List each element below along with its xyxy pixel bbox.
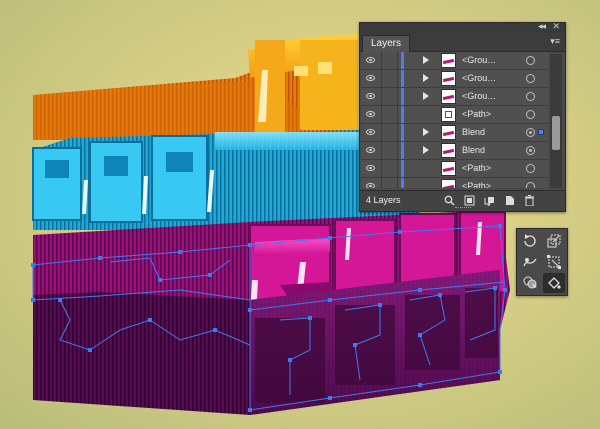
visibility-toggle[interactable] [361, 160, 382, 177]
panel-footer: 4 Layers [360, 190, 565, 211]
visibility-toggle[interactable] [361, 106, 382, 123]
target-icon[interactable] [526, 164, 535, 173]
layer-name[interactable]: <Path> [462, 181, 491, 188]
layer-thumbnail [441, 89, 456, 104]
layer-color-bar [401, 52, 404, 69]
visibility-toggle[interactable] [361, 52, 382, 69]
expand-arrow-icon[interactable] [423, 74, 429, 82]
locate-object-icon[interactable] [444, 195, 455, 206]
layer-row[interactable]: <Path> [361, 178, 548, 188]
layer-thumbnail [441, 71, 456, 86]
close-panel-icon[interactable]: ✕ [552, 21, 560, 32]
shape-builder-tool-icon[interactable] [519, 273, 541, 293]
rotate-tool-icon[interactable] [519, 231, 541, 251]
layer-row[interactable]: Blend [361, 124, 548, 142]
layer-row[interactable]: <Path> [361, 106, 548, 124]
eye-icon [366, 147, 375, 153]
delete-icon[interactable] [524, 195, 535, 206]
target-icon[interactable] [526, 182, 535, 188]
lock-toggle[interactable] [382, 124, 398, 141]
live-paint-bucket-tool-icon[interactable] [543, 273, 565, 293]
layer-row[interactable]: <Grou… [361, 70, 548, 88]
target-icon[interactable] [526, 56, 535, 65]
visibility-toggle[interactable] [361, 178, 382, 188]
warp-tool-icon[interactable] [519, 252, 541, 272]
lock-toggle[interactable] [382, 106, 398, 123]
create-sublayer-icon[interactable] [484, 195, 495, 206]
layer-row[interactable]: <Grou… [361, 52, 548, 70]
orange-tier [33, 34, 358, 140]
scale-tool-icon[interactable] [543, 231, 565, 251]
lock-toggle[interactable] [382, 52, 398, 69]
layer-name[interactable]: <Grou… [462, 73, 496, 83]
expand-arrow-icon[interactable] [423, 128, 429, 136]
lock-toggle[interactable] [382, 70, 398, 87]
expand-arrow-icon[interactable] [423, 56, 429, 64]
eye-icon [366, 93, 375, 99]
layer-row[interactable]: <Path> [361, 160, 548, 178]
lock-toggle[interactable] [382, 160, 398, 177]
collapse-panel-icon[interactable]: ◂◂ [538, 21, 546, 32]
layer-name[interactable]: <Path> [462, 163, 491, 173]
scrollbar-thumb[interactable] [552, 116, 560, 150]
layer-color-bar [401, 178, 404, 188]
new-layer-icon[interactable] [504, 195, 515, 206]
lock-toggle[interactable] [382, 88, 398, 105]
make-clipping-mask-icon[interactable] [464, 195, 475, 206]
lock-toggle[interactable] [382, 178, 398, 188]
eye-icon [366, 183, 375, 188]
visibility-toggle[interactable] [361, 70, 382, 87]
layer-list-scrollbar[interactable] [550, 54, 562, 188]
layer-row[interactable]: <Grou… [361, 88, 548, 106]
panel-tab-row: Layers ▾≡ [360, 34, 565, 52]
layers-panel: ◂◂ ✕ Layers ▾≡ <Grou… <Grou… <Grou… <Path> B… [359, 21, 566, 212]
layer-thumbnail [441, 161, 456, 176]
visibility-toggle[interactable] [361, 142, 382, 159]
layer-thumbnail [441, 125, 456, 140]
layer-color-bar [401, 106, 404, 123]
layer-color-bar [401, 88, 404, 105]
layer-list: <Grou… <Grou… <Grou… <Path> Blend Blend <Path>… [361, 52, 548, 188]
tab-layers[interactable]: Layers [362, 35, 411, 52]
eye-icon [366, 129, 375, 135]
layer-color-bar [401, 124, 404, 141]
layer-name[interactable]: <Path> [462, 109, 491, 119]
target-icon[interactable] [526, 110, 535, 119]
expand-arrow-icon[interactable] [423, 146, 429, 154]
target-icon[interactable] [526, 74, 535, 83]
panel-title-bar[interactable]: ◂◂ ✕ [360, 21, 565, 34]
visibility-toggle[interactable] [361, 88, 382, 105]
visibility-toggle[interactable] [361, 124, 382, 141]
layer-thumbnail [441, 53, 456, 68]
layer-count: 4 Layers [366, 195, 401, 205]
target-icon[interactable] [526, 92, 535, 101]
layer-name[interactable]: <Grou… [462, 55, 496, 65]
eye-icon [366, 75, 375, 81]
layer-thumbnail [441, 107, 456, 122]
lock-toggle[interactable] [382, 142, 398, 159]
layer-color-bar [401, 160, 404, 177]
expand-arrow-icon[interactable] [423, 92, 429, 100]
layer-color-bar [401, 70, 404, 87]
panel-resize-grip[interactable] [454, 207, 471, 211]
layer-color-bar [401, 142, 404, 159]
transform-tools-panel [516, 228, 568, 296]
panel-menu-icon[interactable]: ▾≡ [550, 36, 560, 47]
target-icon[interactable] [526, 146, 535, 155]
eye-icon [366, 165, 375, 171]
eye-icon [366, 57, 375, 63]
layer-name[interactable]: <Grou… [462, 91, 496, 101]
layer-name[interactable]: Blend [462, 145, 485, 155]
free-transform-tool-icon[interactable] [543, 252, 565, 272]
eye-icon [366, 111, 375, 117]
layer-row[interactable]: Blend [361, 142, 548, 160]
selection-indicator[interactable] [538, 129, 544, 135]
layer-thumbnail [441, 143, 456, 158]
layer-name[interactable]: Blend [462, 127, 485, 137]
layer-thumbnail [441, 179, 456, 188]
target-icon[interactable] [526, 128, 535, 137]
